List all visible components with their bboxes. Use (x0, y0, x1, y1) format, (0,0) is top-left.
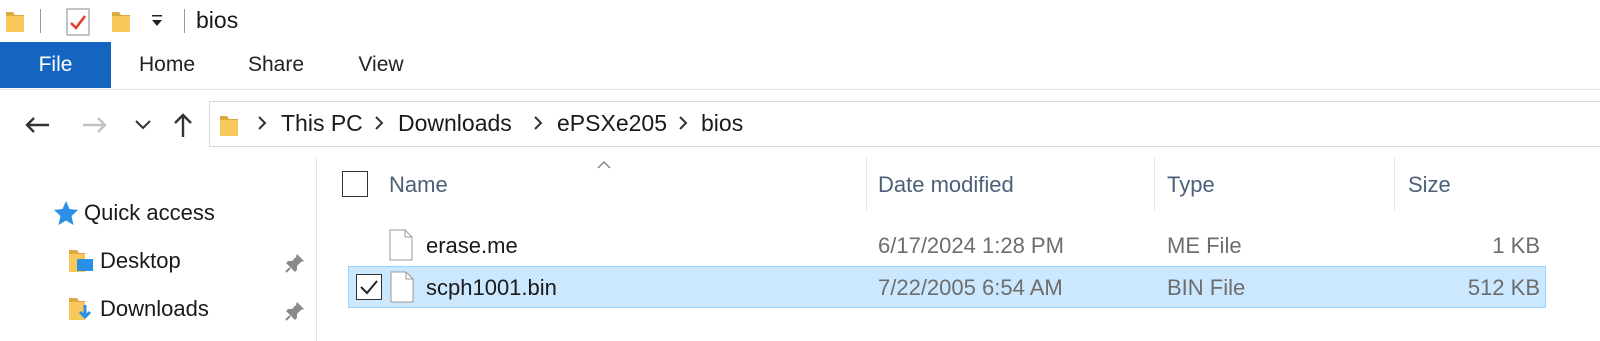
file-size: 512 KB (1467, 275, 1540, 300)
select-all-checkbox[interactable] (342, 171, 368, 197)
row-checkbox[interactable] (356, 274, 382, 300)
window-title: bios (196, 7, 239, 33)
folder-icon (218, 112, 240, 143)
sidebar-item-label: Downloads (100, 296, 209, 321)
file-name[interactable]: erase.me (426, 233, 518, 259)
column-divider[interactable] (866, 158, 867, 210)
file-type: BIN File (1167, 275, 1246, 300)
toolbar-separator (184, 9, 185, 33)
tab-view[interactable]: View (344, 42, 418, 88)
recent-locations-button[interactable] (126, 108, 160, 142)
star-icon (54, 201, 78, 225)
chevron-right-icon[interactable] (255, 113, 269, 133)
column-header-date-modified[interactable]: Date modified (878, 172, 1014, 198)
sort-ascending-icon (596, 157, 612, 175)
arrow-up-icon (174, 113, 192, 137)
file-date-modified: 6/17/2024 1:28 PM (878, 233, 1064, 258)
chevron-right-icon[interactable] (372, 113, 386, 133)
file-row-scph1001-bin[interactable]: scph1001.bin 7/22/2005 6:54 AM BIN File … (348, 266, 1546, 308)
toolbar-separator (40, 9, 41, 33)
chevron-right-icon[interactable] (676, 113, 690, 133)
file-icon (389, 229, 413, 266)
forward-button[interactable] (78, 108, 112, 142)
ribbon-tabs: File Home Share View (0, 42, 1600, 90)
downloads-folder-icon (69, 298, 92, 320)
sidebar-item-label: Quick access (84, 200, 215, 225)
column-header-name[interactable]: Name (389, 172, 448, 198)
file-size: 1 KB (1492, 233, 1540, 258)
chevron-down-icon (135, 120, 151, 130)
chevron-right-icon[interactable] (531, 113, 545, 133)
tab-home[interactable]: Home (122, 42, 212, 88)
folder-icon[interactable] (4, 8, 26, 39)
file-name[interactable]: scph1001.bin (426, 275, 557, 301)
arrow-left-icon (25, 117, 49, 133)
tab-file[interactable]: File (0, 42, 111, 88)
sidebar-item-quick-access[interactable]: Quick access (52, 199, 215, 227)
sidebar-item-desktop[interactable]: Desktop (66, 247, 181, 275)
pane-divider[interactable] (316, 158, 317, 341)
breadcrumb-bios[interactable]: bios (701, 110, 743, 137)
file-type: ME File (1167, 233, 1242, 258)
file-icon (390, 271, 414, 308)
column-divider[interactable] (1394, 158, 1395, 210)
desktop-folder-icon (69, 250, 93, 272)
file-date-modified: 7/22/2005 6:54 AM (878, 275, 1063, 300)
up-button[interactable] (166, 108, 200, 142)
column-divider[interactable] (1154, 158, 1155, 210)
checkmark-icon (360, 280, 378, 295)
breadcrumb-this-pc[interactable]: This PC (281, 110, 363, 137)
column-header-size[interactable]: Size (1408, 172, 1451, 198)
back-button[interactable] (20, 108, 54, 142)
sidebar-item-downloads[interactable]: Downloads (66, 295, 209, 323)
pin-icon[interactable] (283, 251, 307, 280)
pin-icon[interactable] (283, 299, 307, 328)
new-folder-icon[interactable] (110, 8, 132, 39)
sidebar-item-label: Desktop (100, 248, 181, 273)
arrow-right-icon (83, 117, 107, 133)
column-header-type[interactable]: Type (1167, 172, 1215, 198)
breadcrumb-epsxe205[interactable]: ePSXe205 (557, 110, 667, 137)
file-row-erase-me[interactable]: erase.me 6/17/2024 1:28 PM ME File 1 KB (348, 225, 1546, 267)
customize-toolbar-dropdown-icon[interactable] (150, 12, 164, 31)
tab-share[interactable]: Share (236, 42, 316, 88)
breadcrumb-downloads[interactable]: Downloads (398, 110, 512, 137)
title-bar: bios (0, 0, 1600, 42)
properties-icon[interactable] (66, 8, 90, 41)
address-bar[interactable]: This PC Downloads ePSXe205 bios (209, 101, 1600, 147)
